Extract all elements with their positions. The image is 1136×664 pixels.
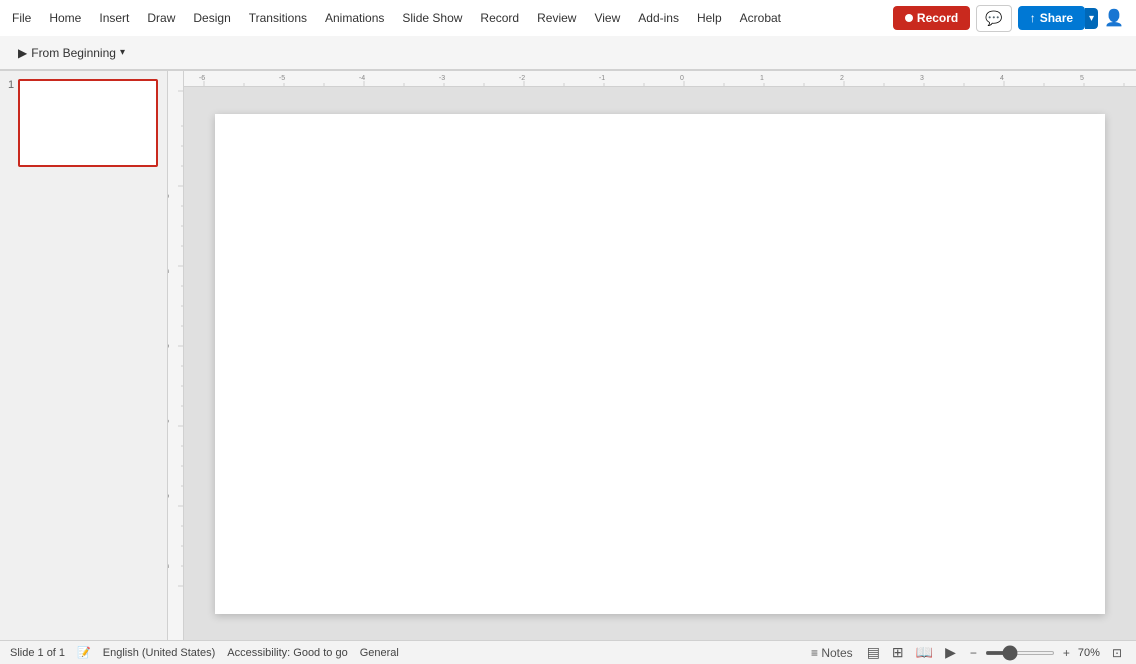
- svg-text:4: 4: [1000, 75, 1004, 82]
- vertical-ruler-svg: 3 2 1 0 1 2: [168, 71, 184, 640]
- slide-sorter-button[interactable]: ⊞: [890, 642, 906, 663]
- share-caret-button[interactable]: ▾: [1085, 8, 1098, 29]
- menu-animations[interactable]: Animations: [317, 7, 392, 29]
- dropdown-caret-icon: ▾: [120, 47, 125, 58]
- menu-view[interactable]: View: [586, 7, 628, 29]
- slide-thumbnail[interactable]: [18, 79, 158, 167]
- menu-addins[interactable]: Add-ins: [630, 7, 687, 29]
- status-left: Slide 1 of 1 📝 English (United States) A…: [10, 646, 399, 659]
- profile-icon: 👤: [1104, 10, 1124, 27]
- status-bar: Slide 1 of 1 📝 English (United States) A…: [0, 640, 1136, 664]
- menu-slideshow[interactable]: Slide Show: [394, 7, 470, 29]
- svg-text:2: 2: [840, 75, 844, 82]
- comment-icon: 💬: [985, 10, 1002, 26]
- menu-insert[interactable]: Insert: [91, 7, 137, 29]
- menu-draw[interactable]: Draw: [139, 7, 183, 29]
- svg-text:3: 3: [920, 75, 924, 82]
- accessibility: Accessibility: Good to go: [227, 647, 347, 659]
- reading-view-button[interactable]: 📖: [914, 642, 935, 663]
- menu-bar: File Home Insert Draw Design Transitions…: [0, 0, 1136, 36]
- menu-record[interactable]: Record: [472, 7, 527, 29]
- horizontal-ruler-svg: -6 -5 -4 -3 -2 -1 0 1 2 3 4 5: [184, 71, 1136, 87]
- layout: General: [360, 647, 399, 659]
- svg-text:-6: -6: [199, 75, 205, 82]
- zoom-in-button[interactable]: +: [1059, 645, 1074, 661]
- svg-text:-1: -1: [599, 75, 605, 82]
- normal-view-button[interactable]: ▤: [865, 642, 882, 663]
- menu-acrobat[interactable]: Acrobat: [732, 7, 789, 29]
- canvas-area: -6 -5 -4 -3 -2 -1 0 1 2 3 4 5: [184, 71, 1136, 640]
- svg-text:-5: -5: [279, 75, 285, 82]
- zoom-out-button[interactable]: −: [966, 645, 981, 661]
- svg-text:-2: -2: [519, 75, 525, 82]
- menu-transitions[interactable]: Transitions: [241, 7, 315, 29]
- slideshow-view-button[interactable]: ▶: [943, 642, 958, 663]
- from-beginning-button[interactable]: ▶ From Beginning ▾: [8, 42, 135, 64]
- status-right: ≡ Notes ▤ ⊞ 📖 ▶ − + 70% ⊡: [807, 642, 1126, 663]
- svg-text:0: 0: [680, 75, 684, 82]
- slideshow-toolbar: ▶ From Beginning ▾: [0, 36, 1136, 70]
- work-area: 3 2 1 0 1 2: [168, 71, 1136, 640]
- profile-button[interactable]: 👤: [1104, 8, 1124, 28]
- svg-text:-4: -4: [359, 75, 365, 82]
- svg-text:5: 5: [1080, 75, 1084, 82]
- share-icon: ↑: [1030, 11, 1036, 25]
- zoom-area: − + 70%: [966, 645, 1100, 661]
- svg-text:0: 0: [168, 419, 171, 423]
- zoom-level: 70%: [1078, 647, 1100, 659]
- svg-text:1: 1: [760, 75, 764, 82]
- vertical-ruler: 3 2 1 0 1 2: [168, 71, 184, 640]
- main-area: 1: [0, 71, 1136, 640]
- svg-text:2: 2: [168, 269, 171, 273]
- record-button[interactable]: Record: [893, 6, 970, 30]
- fit-window-button[interactable]: ⊡: [1108, 645, 1126, 661]
- menu-review[interactable]: Review: [529, 7, 584, 29]
- language: English (United States): [103, 647, 216, 659]
- menu-file[interactable]: File: [4, 7, 39, 29]
- share-button[interactable]: ↑ Share: [1018, 6, 1085, 30]
- menu-design[interactable]: Design: [185, 7, 238, 29]
- menu-help[interactable]: Help: [689, 7, 730, 29]
- notes-icon: ≡: [811, 646, 818, 660]
- title-actions: Record 💬 ↑ Share ▾ 👤: [893, 5, 1132, 32]
- svg-text:3: 3: [168, 194, 171, 198]
- svg-text:2: 2: [168, 564, 171, 568]
- comment-button[interactable]: 💬: [976, 5, 1011, 32]
- notes-toggle-icon: 📝: [77, 646, 91, 659]
- svg-text:1: 1: [168, 344, 171, 348]
- svg-text:1: 1: [168, 494, 171, 498]
- play-icon: ▶: [18, 46, 27, 60]
- notes-button[interactable]: ≡ Notes: [807, 645, 857, 661]
- slide-canvas-wrap: [184, 87, 1136, 640]
- slide-canvas[interactable]: [215, 114, 1105, 614]
- zoom-slider[interactable]: [985, 651, 1055, 655]
- slide-number: 1: [8, 79, 14, 91]
- slide-panel: 1: [0, 71, 168, 640]
- svg-text:-3: -3: [439, 75, 445, 82]
- horizontal-ruler: -6 -5 -4 -3 -2 -1 0 1 2 3 4 5: [184, 71, 1136, 87]
- slide-info: Slide 1 of 1: [10, 647, 65, 659]
- menu-home[interactable]: Home: [41, 7, 89, 29]
- record-dot-icon: [905, 14, 913, 22]
